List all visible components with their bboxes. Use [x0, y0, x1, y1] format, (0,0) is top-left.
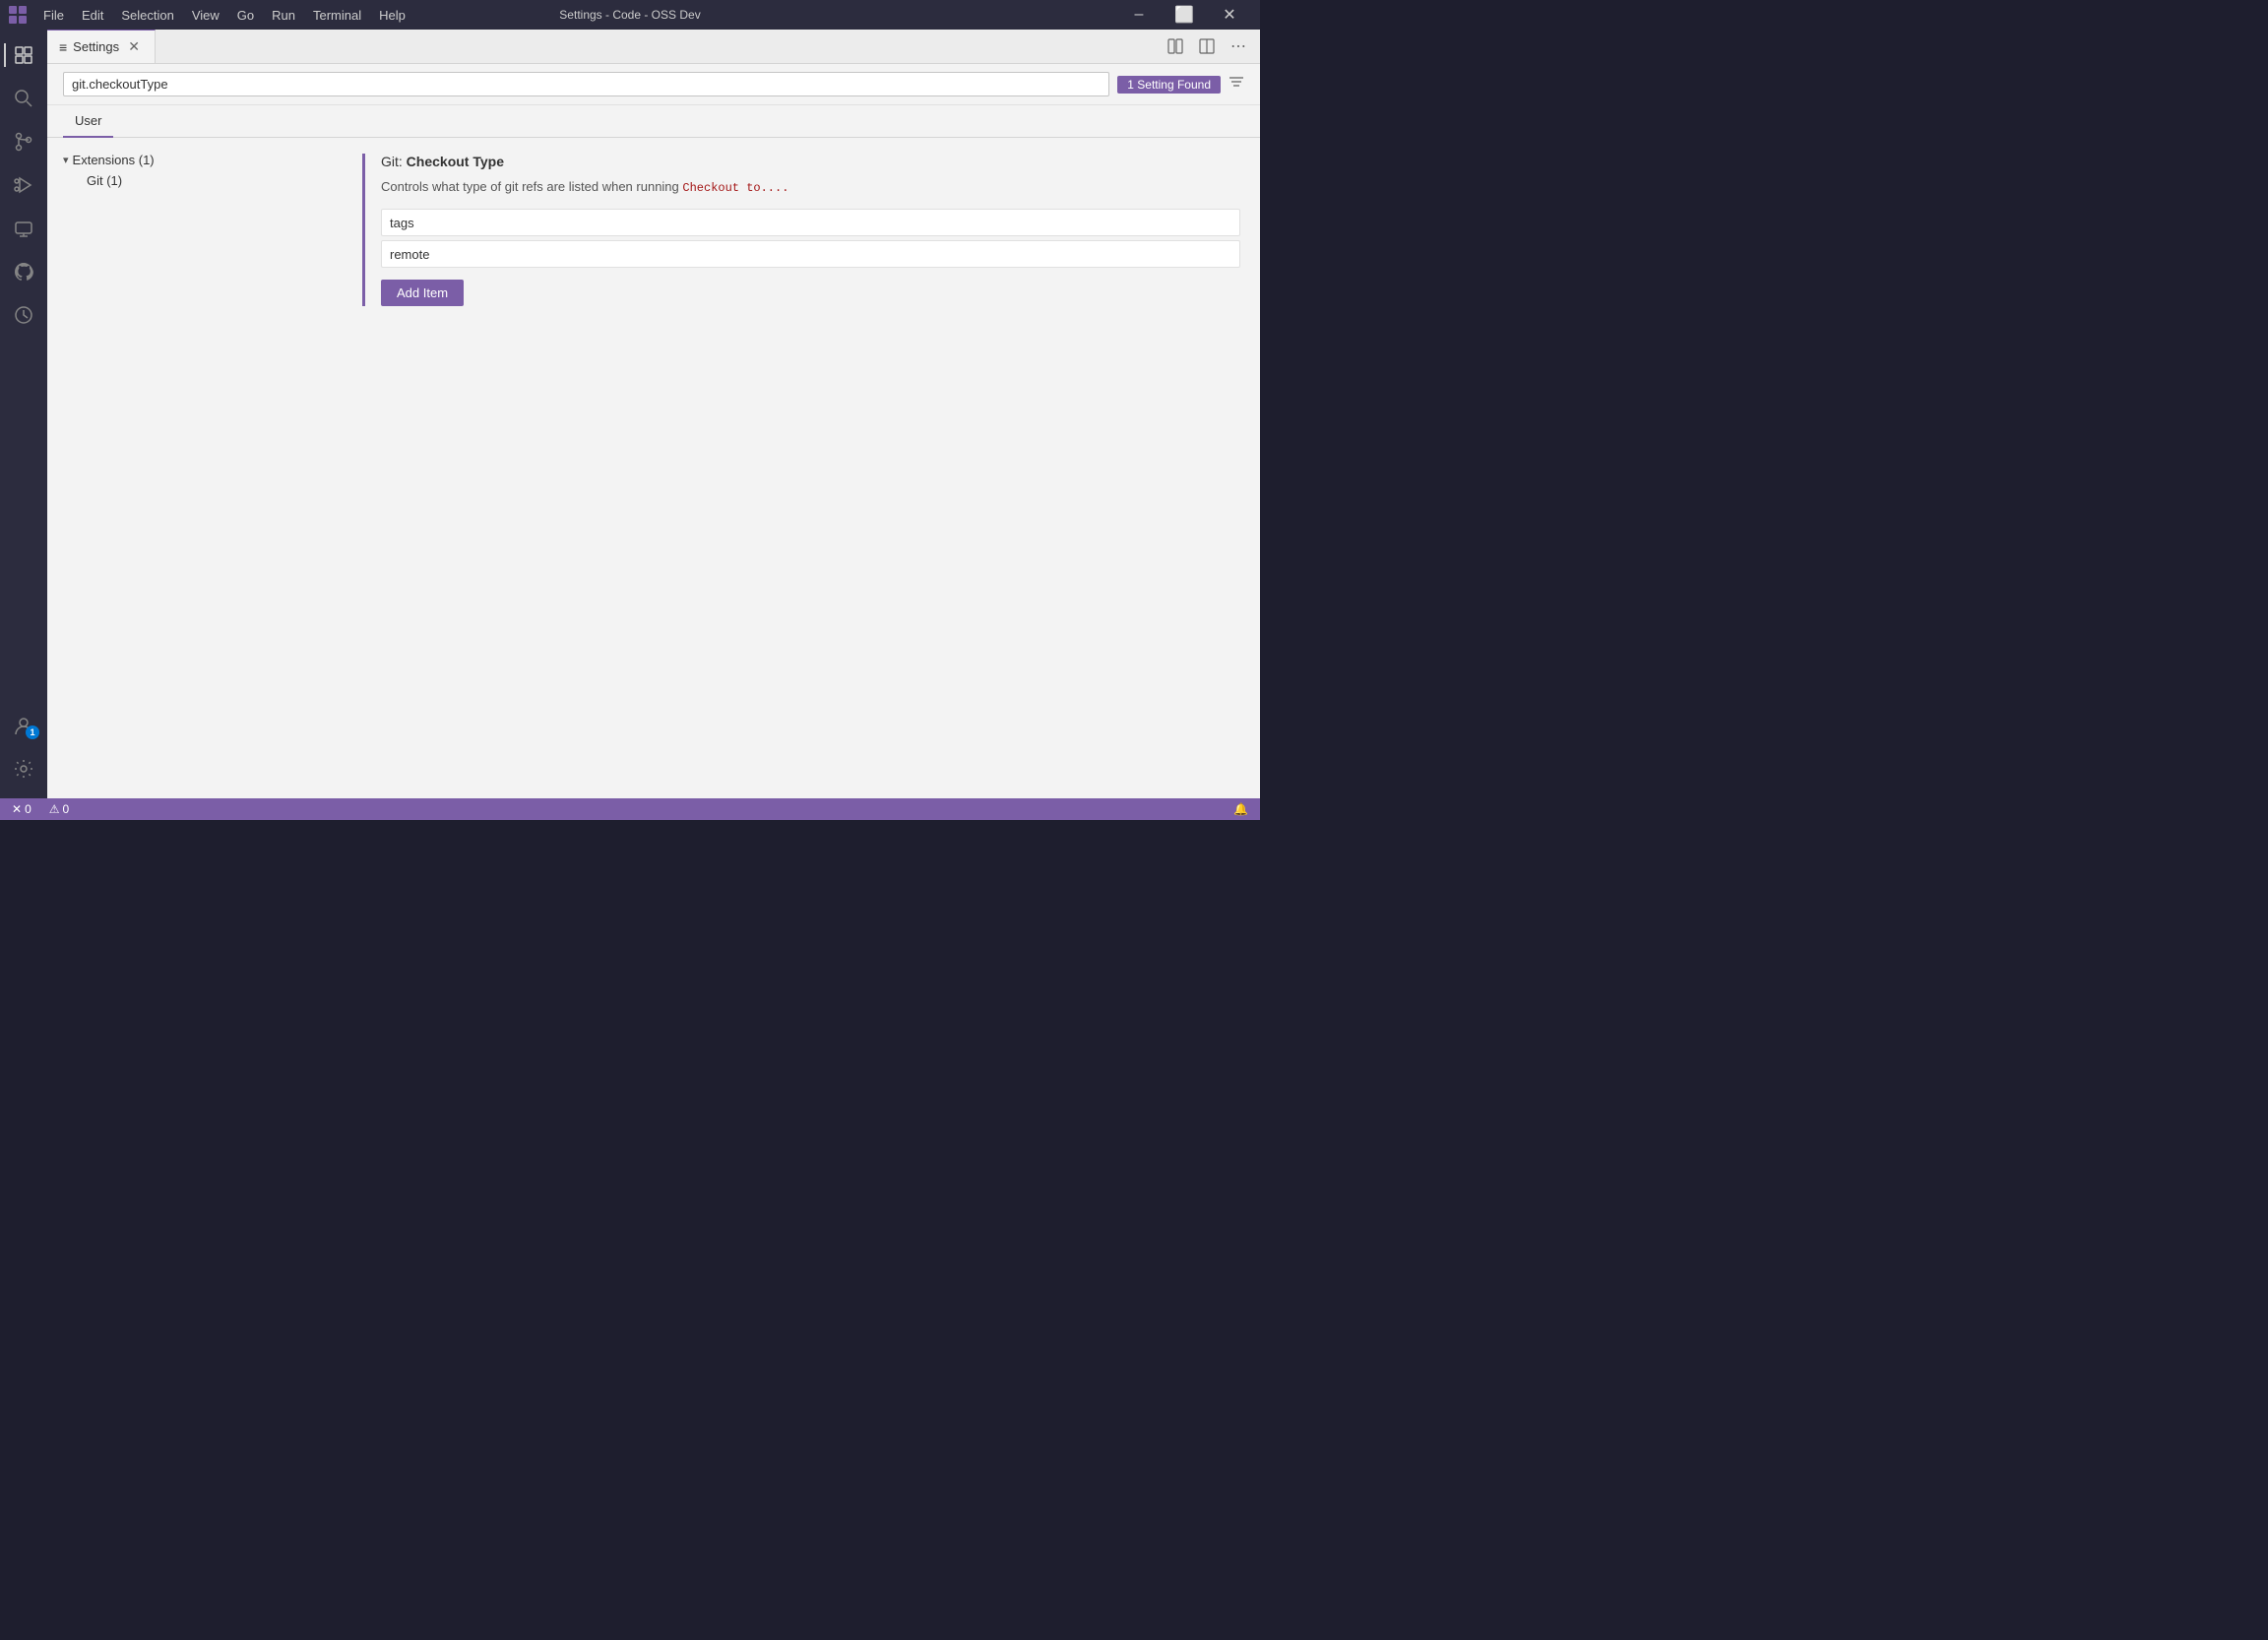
tab-close-button[interactable]: ✕: [125, 38, 143, 56]
open-to-side-button[interactable]: [1162, 32, 1189, 60]
status-right: 🔔: [1229, 798, 1252, 820]
activity-timeline[interactable]: [4, 295, 43, 335]
maximize-button[interactable]: ⬜: [1162, 0, 1207, 30]
editor-area: ≡ Settings ✕ ⋯: [47, 30, 1260, 798]
setting-desc-text: Controls what type of git refs are liste…: [381, 179, 682, 194]
status-bar: ✕ 0 ⚠ 0 🔔: [0, 798, 1260, 820]
tab-bar: ≡ Settings ✕ ⋯: [47, 30, 1260, 64]
settings-content: 1 Setting Found User ▾: [47, 64, 1260, 798]
error-icon: ✕: [12, 802, 22, 816]
tree-item-git[interactable]: Git (1): [55, 170, 335, 191]
search-input-wrapper: [63, 72, 1109, 96]
tab-icon: ≡: [59, 39, 67, 55]
setting-checkout-type: Git: Checkout Type Controls what type of…: [362, 154, 1240, 306]
warning-count: 0: [63, 802, 70, 816]
tab-user[interactable]: User: [63, 105, 113, 138]
setting-name: Checkout Type: [407, 154, 504, 169]
activity-run-debug[interactable]: [4, 165, 43, 205]
tree-item-git-label: Git (1): [87, 173, 122, 188]
window-controls: – ⬜ ✕: [1116, 0, 1252, 30]
accounts-badge: 1: [26, 725, 39, 739]
add-item-button[interactable]: Add Item: [381, 280, 464, 306]
app-logo: [8, 5, 28, 25]
status-warnings[interactable]: ⚠ 0: [45, 798, 73, 820]
activity-explorer[interactable]: [4, 35, 43, 75]
activity-bar: 1: [0, 30, 47, 798]
window-title: Settings - Code - OSS Dev: [559, 8, 700, 22]
list-item-remote: remote: [390, 247, 429, 262]
setting-description: Controls what type of git refs are liste…: [381, 177, 1240, 197]
activity-github[interactable]: [4, 252, 43, 291]
split-editor-button[interactable]: [1193, 32, 1221, 60]
activity-source-control[interactable]: [4, 122, 43, 161]
activity-accounts[interactable]: 1: [4, 706, 43, 745]
search-input[interactable]: [72, 77, 1101, 92]
settings-detail: Git: Checkout Type Controls what type of…: [343, 138, 1260, 798]
setting-title: Git: Checkout Type: [381, 154, 1240, 169]
status-left: ✕ 0 ⚠ 0: [8, 798, 73, 820]
chevron-down-icon: ▾: [63, 154, 69, 166]
menu-go[interactable]: Go: [229, 6, 262, 25]
close-button[interactable]: ✕: [1207, 0, 1252, 30]
list-item: remote: [381, 240, 1240, 268]
settings-tabs-bar: User: [47, 105, 1260, 138]
menu-view[interactable]: View: [184, 6, 227, 25]
menu-terminal[interactable]: Terminal: [305, 6, 369, 25]
menu-run[interactable]: Run: [264, 6, 303, 25]
menu-help[interactable]: Help: [371, 6, 413, 25]
warning-icon: ⚠: [49, 802, 60, 816]
settings-tab[interactable]: ≡ Settings ✕: [47, 30, 156, 63]
activity-bottom: 1: [4, 704, 43, 798]
setting-prefix: Git:: [381, 154, 407, 169]
list-item-tags: tags: [390, 216, 414, 230]
tree-panel: ▾ Extensions (1) Git (1): [47, 138, 343, 798]
menu-edit[interactable]: Edit: [74, 6, 111, 25]
more-actions-button[interactable]: ⋯: [1225, 32, 1252, 60]
search-results-badge: 1 Setting Found: [1117, 76, 1221, 94]
titlebar: File Edit Selection View Go Run Terminal…: [0, 0, 1260, 30]
filter-settings-button[interactable]: [1228, 74, 1244, 95]
bell-icon: 🔔: [1233, 802, 1248, 816]
setting-desc-code: Checkout to....: [682, 181, 788, 195]
activity-search[interactable]: [4, 79, 43, 118]
status-errors[interactable]: ✕ 0: [8, 798, 35, 820]
notifications-button[interactable]: 🔔: [1229, 798, 1252, 820]
tab-label: Settings: [73, 39, 119, 54]
list-item: tags: [381, 209, 1240, 236]
menu-selection[interactable]: Selection: [113, 6, 181, 25]
error-count: 0: [25, 802, 32, 816]
tree-item-extensions-label: Extensions (1): [73, 153, 155, 167]
menu-file[interactable]: File: [35, 6, 72, 25]
settings-body: ▾ Extensions (1) Git (1) Git: Checkout T…: [47, 138, 1260, 798]
tree-item-extensions[interactable]: ▾ Extensions (1): [55, 150, 335, 170]
activity-settings[interactable]: [4, 749, 43, 788]
main-layout: 1 ≡ Settings ✕: [0, 30, 1260, 798]
minimize-button[interactable]: –: [1116, 0, 1162, 30]
tab-actions: ⋯: [1162, 30, 1260, 63]
activity-remote-explorer[interactable]: [4, 209, 43, 248]
search-bar: 1 Setting Found: [47, 64, 1260, 105]
